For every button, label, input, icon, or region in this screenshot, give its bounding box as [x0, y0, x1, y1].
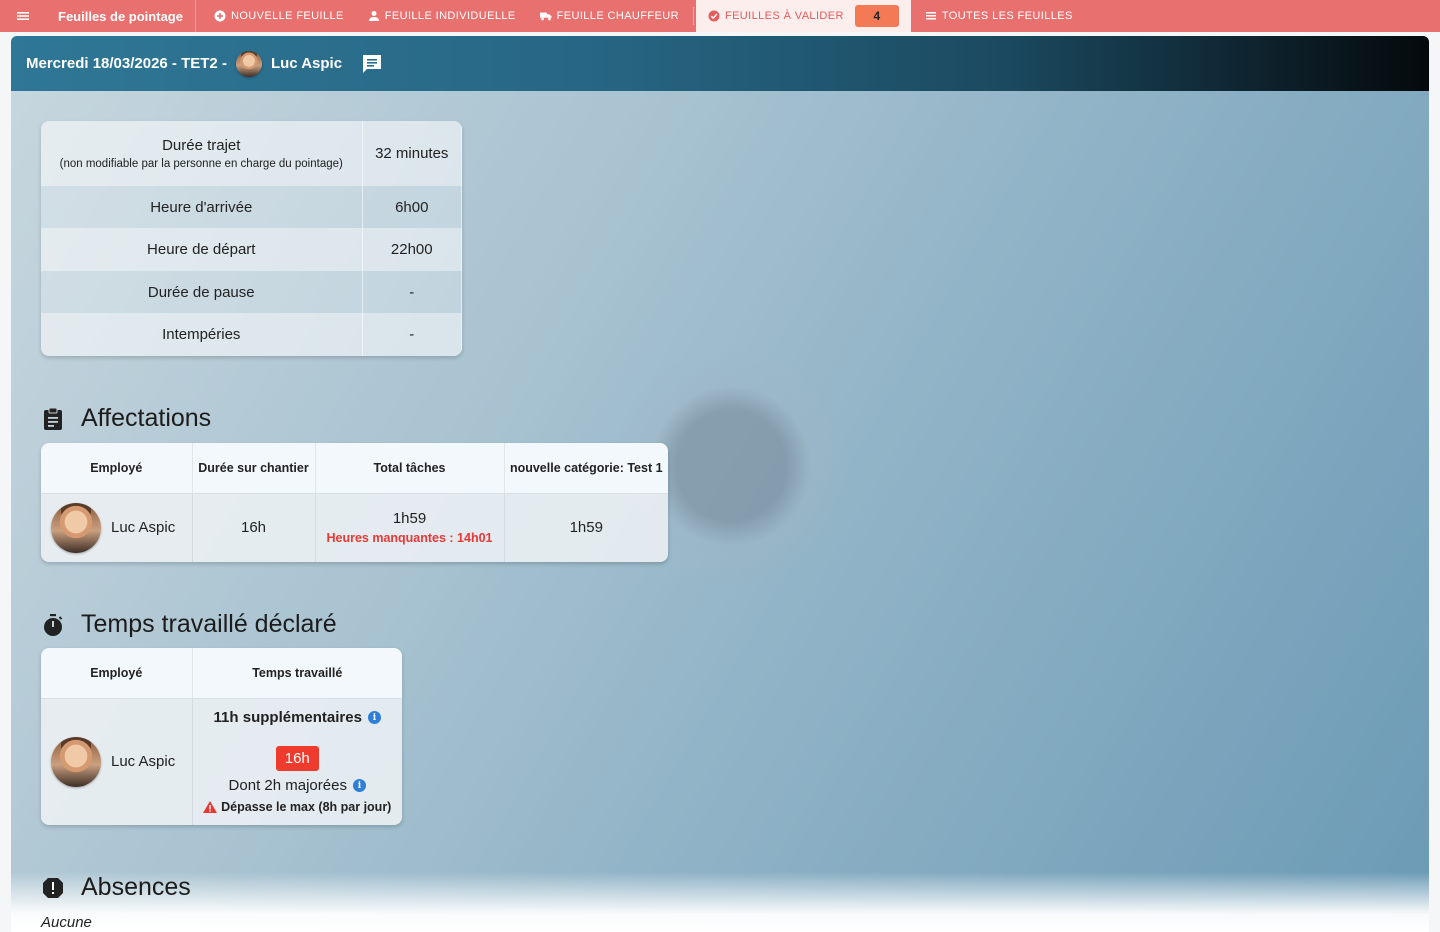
- overtime-summary: 11h supplémentaires i: [214, 709, 381, 726]
- total-taches-value: 1h59: [392, 510, 427, 528]
- avatar: [51, 736, 101, 787]
- table-row: Luc Aspic 16h 1h59 Heures manquantes : 1…: [41, 493, 668, 562]
- warning-text: Dépasse le max (8h par jour): [221, 800, 392, 815]
- section-title: Affectations: [81, 404, 212, 432]
- nav-feuille-individuelle[interactable]: Feuille individuelle: [356, 0, 528, 32]
- worked-time-cell: 11h supplémentaires i 16h Dont 2h majoré…: [192, 698, 402, 825]
- warning-icon: [203, 801, 218, 814]
- nav-item-label: Feuille individuelle: [384, 10, 516, 22]
- info-value[interactable]: -: [362, 271, 462, 313]
- info-sublabel: (non modifiable par la personne en charg…: [59, 158, 343, 170]
- card-header: Mercredi 18/03/2026 - TET2 - Luc Aspic: [11, 36, 1429, 91]
- column-header: Temps travaillé: [192, 648, 402, 699]
- column-header: Employé: [41, 443, 193, 494]
- section-affectations: Affectations: [41, 404, 211, 433]
- missing-hours-warning: Heures manquantes : 14h01: [326, 531, 493, 546]
- avatar: [235, 50, 262, 77]
- nav-item-label: Feuilles à valider: [724, 10, 844, 22]
- info-label: Heure d'arrivée: [41, 186, 363, 228]
- table-header-row: Employé Durée sur chantier Total tâches …: [41, 443, 668, 494]
- hamburger-icon: [17, 12, 29, 20]
- worked-time-table: Employé Temps travaillé Luc Aspic 11h su…: [41, 648, 402, 825]
- employee-name: Luc Aspic: [111, 753, 176, 771]
- nav-item-label: Nouvelle feuille: [230, 10, 344, 22]
- person-icon: [368, 11, 379, 21]
- app-title[interactable]: Feuilles de pointage: [46, 0, 196, 32]
- info-value[interactable]: 6h00: [362, 186, 462, 228]
- overtime-text: 11h supplémentaires: [213, 709, 362, 727]
- table-row: Durée de pause -: [41, 271, 462, 313]
- table-row: Luc Aspic 11h supplémentaires i 16h Dont…: [41, 698, 402, 825]
- category-cell[interactable]: 1h59: [504, 493, 668, 562]
- section-temps-travaille: Temps travaillé déclaré: [41, 610, 337, 639]
- avatar: [51, 502, 101, 553]
- column-header: Employé: [41, 648, 193, 699]
- clipboard-icon: [44, 407, 62, 430]
- affectations-table: Employé Durée sur chantier Total tâches …: [41, 443, 668, 562]
- majorees-text: Dont 2h majorées: [228, 777, 347, 795]
- column-header: nouvelle catégorie: Test 1: [504, 443, 668, 494]
- schedule-info-table: Durée trajet (non modifiable par la pers…: [41, 121, 462, 356]
- truck-icon: [539, 12, 552, 21]
- info-label: Intempéries: [41, 313, 363, 356]
- info-label: Durée trajet (non modifiable par la pers…: [41, 121, 363, 186]
- column-header: Durée sur chantier: [192, 443, 316, 494]
- section-title: Temps travaillé déclaré: [81, 610, 337, 638]
- column-header: Total tâches: [315, 443, 505, 494]
- majorees-line: Dont 2h majorées i: [193, 777, 403, 794]
- info-label: Heure de départ: [41, 228, 363, 271]
- employee-cell: Luc Aspic: [41, 698, 193, 825]
- nav-feuille-chauffeur[interactable]: Feuille chauffeur: [528, 0, 691, 32]
- employee-name: Luc Aspic: [111, 519, 176, 537]
- table-row: Durée trajet (non modifiable par la pers…: [41, 121, 462, 186]
- chat-icon[interactable]: [360, 52, 384, 76]
- nav-divider: [692, 7, 694, 25]
- info-value[interactable]: -: [362, 313, 462, 356]
- employee-cell: Luc Aspic: [41, 493, 193, 562]
- nav-toutes-les-feuilles[interactable]: Toutes les feuilles: [911, 0, 1085, 32]
- menu-button[interactable]: [0, 0, 46, 32]
- hours-badge[interactable]: 16h: [275, 746, 319, 772]
- total-taches-cell: 1h59 Heures manquantes : 14h01: [315, 493, 505, 562]
- table-row: Heure de départ 22h00: [41, 228, 462, 271]
- duree-chantier-cell: 16h: [192, 493, 316, 562]
- top-navigation: Feuilles de pointage Nouvelle feuille Fe…: [0, 0, 1440, 32]
- table-row: Intempéries -: [41, 313, 462, 356]
- pending-count-badge: 4: [854, 5, 899, 27]
- timesheet-card: Mercredi 18/03/2026 - TET2 - Luc Aspic D…: [11, 36, 1429, 932]
- info-value[interactable]: 22h00: [362, 228, 462, 271]
- info-value: 32 minutes: [362, 121, 462, 186]
- info-icon[interactable]: i: [367, 711, 381, 725]
- info-label: Durée de pause: [41, 271, 363, 313]
- page-title: Mercredi 18/03/2026 - TET2 -: [26, 55, 227, 72]
- table-row: Heure d'arrivée 6h00: [41, 186, 462, 228]
- table-header-row: Employé Temps travaillé: [41, 648, 402, 699]
- nav-item-label: Toutes les feuilles: [941, 10, 1073, 22]
- stopwatch-icon: [44, 613, 63, 636]
- list-icon: [925, 12, 936, 20]
- header-user-name: Luc Aspic: [270, 55, 343, 72]
- nav-feuilles-a-valider[interactable]: Feuilles à valider 4: [695, 0, 911, 32]
- max-exceeded-warning: Dépasse le max (8h par jour): [193, 800, 403, 814]
- info-label-text: Durée trajet: [162, 137, 241, 154]
- nav-item-label: Feuille chauffeur: [556, 10, 679, 22]
- absences-value: Aucune: [41, 914, 92, 931]
- plus-circle-icon: [214, 10, 226, 22]
- alert-circle-icon: [43, 877, 63, 898]
- section-absences: Absences: [41, 873, 191, 902]
- nav-nouvelle-feuille[interactable]: Nouvelle feuille: [196, 0, 356, 32]
- check-circle-icon: [708, 10, 720, 22]
- info-icon[interactable]: i: [352, 779, 366, 793]
- section-title: Absences: [81, 873, 191, 901]
